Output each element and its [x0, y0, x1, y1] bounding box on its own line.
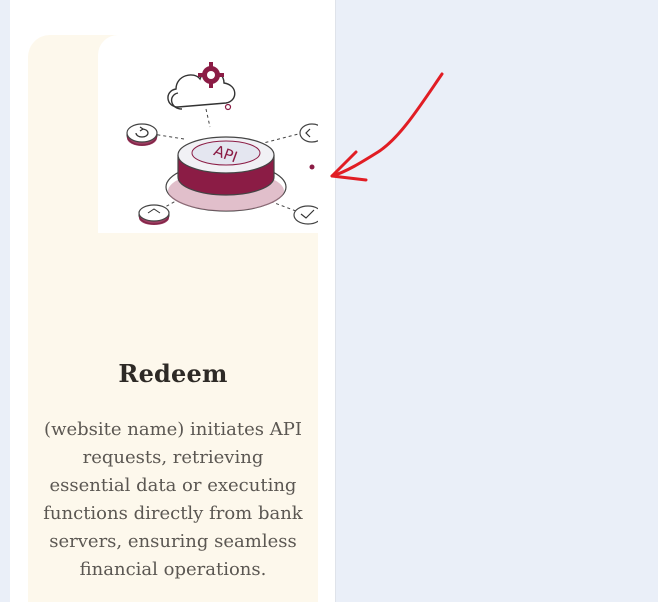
- check-node-icon: [293, 205, 318, 225]
- tools-node-icon: [138, 204, 170, 225]
- page: API Redeem (website name) initiates API …: [0, 0, 658, 602]
- refresh-node-icon: [126, 123, 158, 146]
- api-badge: API: [165, 136, 287, 212]
- api-illustration: API: [98, 35, 318, 233]
- card-description: (website name) initiates API requests, r…: [43, 419, 303, 580]
- arrow-node-icon: [299, 123, 318, 143]
- arrow-icon: [330, 72, 444, 182]
- feature-card: API Redeem (website name) initiates API …: [28, 35, 318, 602]
- content-column: API Redeem (website name) initiates API …: [10, 0, 336, 602]
- red-arrow-annotation: [320, 68, 450, 190]
- api-hub-icon: API: [126, 62, 318, 225]
- card-title: Redeem: [118, 359, 228, 388]
- left-gutter: [0, 0, 10, 602]
